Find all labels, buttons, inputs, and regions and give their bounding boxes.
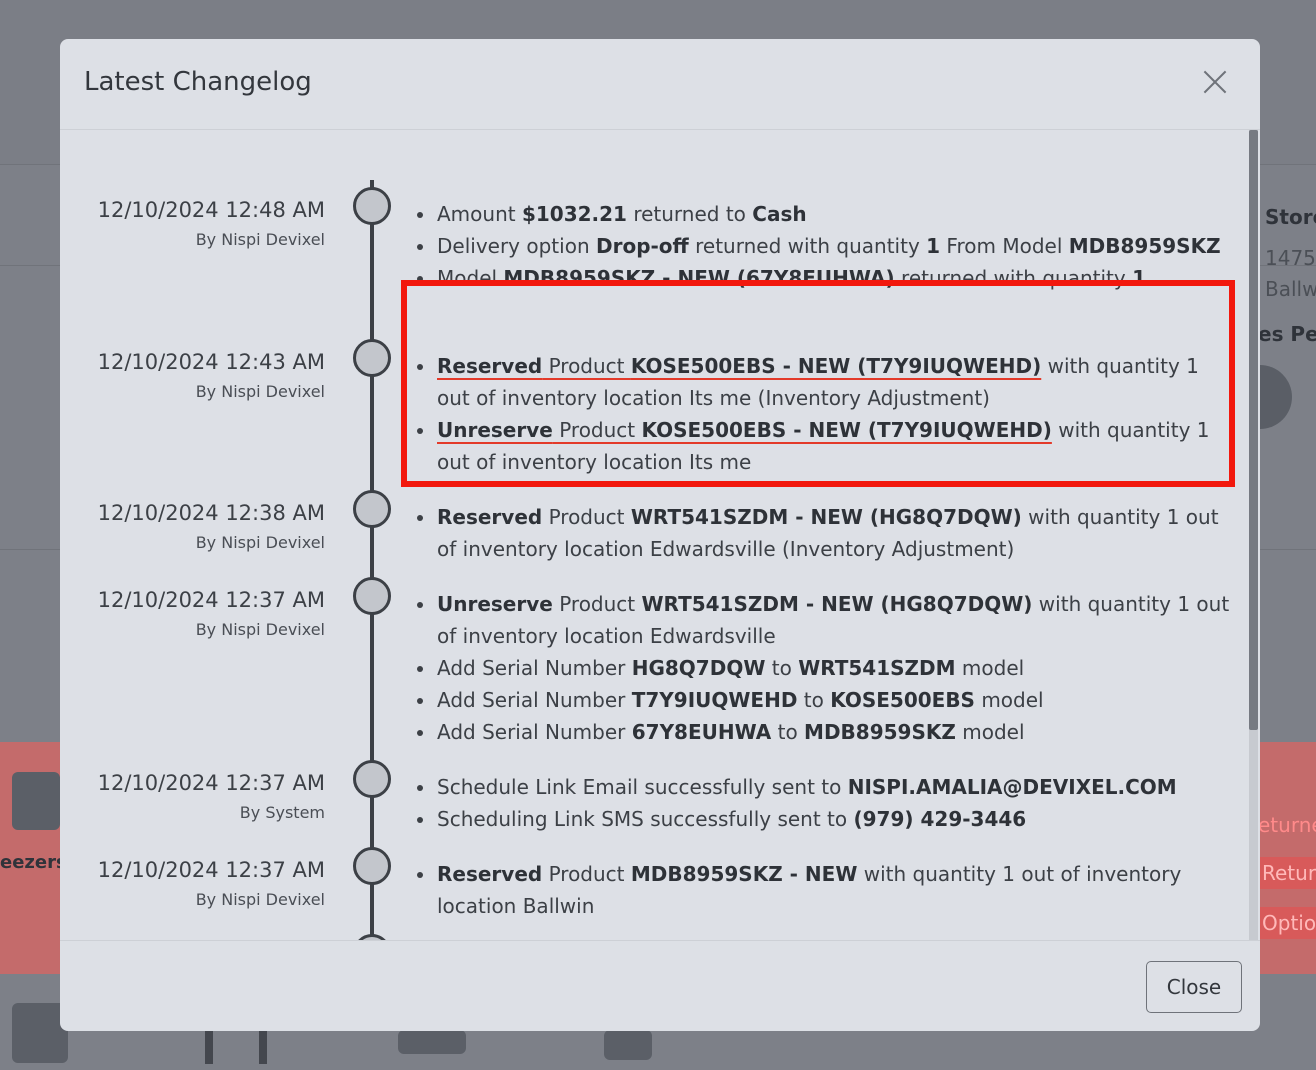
change-item: Add Serial Number 67Y8EUHWA to MDB8959SK… <box>410 716 1230 748</box>
timeline-node <box>353 847 391 885</box>
store-heading: Store <box>1265 205 1316 229</box>
timeline-node <box>353 577 391 615</box>
change-item-text: Add Serial Number <box>437 720 632 744</box>
change-item-value: T7Y9IUQWEHD <box>631 688 798 712</box>
modal-footer: Close <box>60 940 1260 1031</box>
change-item-value: $1032.21 <box>521 202 627 226</box>
store-address-line: 14751 <box>1265 246 1316 270</box>
change-item-text: Product <box>542 862 631 886</box>
change-item-value: Unreserve <box>437 592 553 616</box>
entry-author: By Nispi Devixel <box>195 382 325 401</box>
scrollbar[interactable] <box>1249 130 1258 940</box>
change-item-text: Add Serial Number <box>437 656 632 680</box>
change-item-text: to <box>771 720 805 744</box>
change-item-text: Product <box>542 505 631 529</box>
change-item-value: WRT541SZDM - NEW (HG8Q7DQW) <box>630 505 1022 529</box>
change-item-value: Cash <box>752 202 807 226</box>
change-item-value: HG8Q7DQW <box>631 656 766 680</box>
change-item: Delivery option Drop-off returned with q… <box>410 230 1230 262</box>
entry-author: By Nispi Devixel <box>195 890 325 909</box>
entry-author: By Nispi Devixel <box>195 533 325 552</box>
entry-timestamp: 12/10/2024 12:38 AM <box>97 501 325 525</box>
fridge-icon <box>205 1030 267 1064</box>
change-item: Schedule Link Email successfully sent to… <box>410 771 1230 803</box>
change-list: Reserved Product WRT541SZDM - NEW (HG8Q7… <box>410 501 1230 565</box>
change-item-value: MDB8959SKZ - NEW <box>630 862 858 886</box>
close-button[interactable]: Close <box>1146 961 1242 1013</box>
timeline-node <box>353 490 391 528</box>
section-label: es Pe <box>1258 322 1316 346</box>
change-item-value: Drop-off <box>595 234 689 258</box>
modal-title: Latest Changelog <box>84 67 312 97</box>
change-item-value: MDB8959SKZ <box>804 720 956 744</box>
change-item-text: Product <box>552 592 642 616</box>
change-item-value: 67Y8EUHWA <box>631 720 772 744</box>
category-label: eezers <box>0 852 67 873</box>
store-icon <box>604 1030 652 1060</box>
option-button[interactable]: Option <box>1256 907 1316 939</box>
change-item-value: WRT541SZDM - NEW (HG8Q7DQW) <box>641 592 1033 616</box>
change-item-text: From Model <box>940 234 1069 258</box>
change-item-text: model <box>955 720 1025 744</box>
change-item-value: KOSE500EBS <box>830 688 975 712</box>
changelog-body[interactable]: 12/10/2024 12:48 AM By Nispi Devixel Amoun… <box>60 130 1260 940</box>
change-item-text: Scheduling Link SMS successfully sent to <box>437 807 854 831</box>
change-item-text: to <box>797 688 831 712</box>
change-item-value: Reserved <box>437 505 543 529</box>
change-item-text: returned to <box>626 202 753 226</box>
changelog-modal: Latest Changelog 12/10/2024 12:48 AM By N… <box>60 39 1260 1031</box>
modal-header: Latest Changelog <box>60 39 1260 130</box>
change-item: Scheduling Link SMS successfully sent to… <box>410 803 1230 835</box>
entry-author: By Nispi Devixel <box>195 230 325 249</box>
return-button[interactable]: Return <box>1256 857 1316 889</box>
change-item: Reserved Product MDB8959SKZ - NEW with q… <box>410 858 1230 922</box>
close-icon[interactable] <box>1198 65 1232 99</box>
change-item-text: returned with quantity <box>688 234 927 258</box>
change-list: Unreserve Product WRT541SZDM - NEW (HG8Q… <box>410 588 1230 748</box>
truck-icon <box>398 1030 466 1054</box>
change-item: Add Serial Number T7Y9IUQWEHD to KOSE500… <box>410 684 1230 716</box>
change-list: Schedule Link Email successfully sent to… <box>410 771 1230 835</box>
change-item: Amount $1032.21 returned to Cash <box>410 198 1230 230</box>
scrollbar-thumb[interactable] <box>1249 130 1258 730</box>
change-item-text: model <box>974 688 1044 712</box>
timeline-node <box>353 187 391 225</box>
entry-timestamp: 12/10/2024 12:37 AM <box>97 858 325 882</box>
timeline-line <box>370 180 374 940</box>
entry-author: By Nispi Devixel <box>195 620 325 639</box>
change-item-value: 1 <box>926 234 941 258</box>
change-item: Reserved Product WRT541SZDM - NEW (HG8Q7… <box>410 501 1230 565</box>
store-city-line: Ballw <box>1265 277 1316 301</box>
change-item-value: (979) 429-3446 <box>853 807 1027 831</box>
change-item: Add Serial Number HG8Q7DQW to WRT541SZDM… <box>410 652 1230 684</box>
change-item-text: Add Serial Number <box>437 688 632 712</box>
returned-status-text: eturne <box>1258 813 1316 837</box>
change-item-value: MDB8959SKZ <box>1068 234 1221 258</box>
timeline-node <box>353 339 391 377</box>
entry-author: By System <box>239 803 325 822</box>
change-item: Unreserve Product WRT541SZDM - NEW (HG8Q… <box>410 588 1230 652</box>
change-item-value: NISPI.AMALIA@DEVIXEL.COM <box>847 775 1177 799</box>
change-item-text: model <box>955 656 1025 680</box>
timer-icon <box>12 772 60 830</box>
entry-timestamp: 12/10/2024 12:37 AM <box>97 588 325 612</box>
change-item-text: Delivery option <box>437 234 596 258</box>
change-item-value: WRT541SZDM <box>798 656 956 680</box>
change-list: Reserved Product MDB8959SKZ - NEW with q… <box>410 858 1230 922</box>
change-item-text: Amount <box>437 202 522 226</box>
change-item-text: to <box>765 656 799 680</box>
timeline-node <box>353 760 391 798</box>
entry-timestamp: 12/10/2024 12:48 AM <box>97 198 325 222</box>
entry-timestamp: 12/10/2024 12:37 AM <box>97 771 325 795</box>
change-item-text: Schedule Link Email successfully sent to <box>437 775 848 799</box>
highlight-annotation-box <box>401 280 1235 487</box>
change-item-value: Reserved <box>437 862 543 886</box>
entry-timestamp: 12/10/2024 12:43 AM <box>97 350 325 374</box>
